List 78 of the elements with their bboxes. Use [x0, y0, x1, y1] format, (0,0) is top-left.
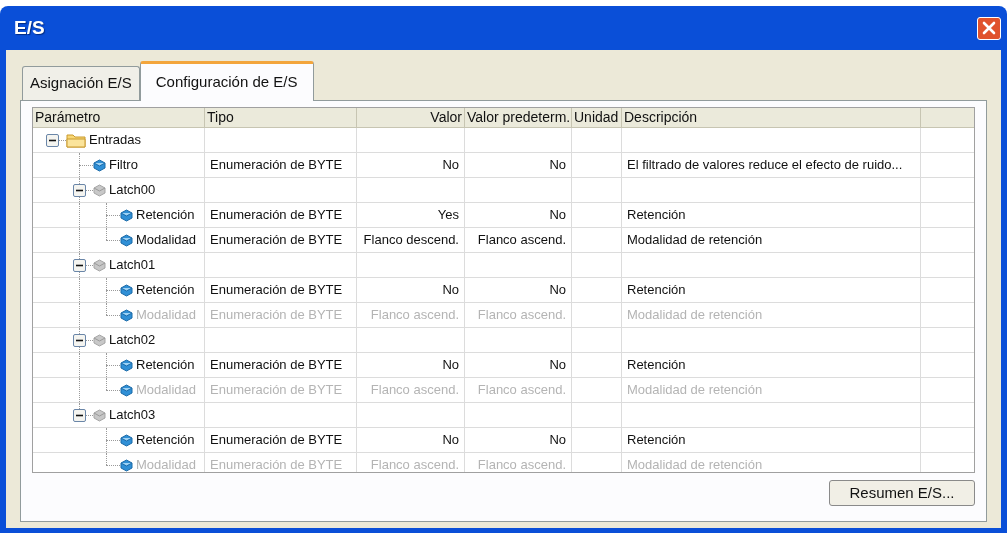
parameter-name: Modalidad — [136, 231, 196, 250]
table-cell: Retención — [622, 428, 921, 452]
parameter-name: Latch03 — [109, 406, 156, 425]
window-title: E/S — [14, 15, 45, 40]
table-cell: Flanco ascend. — [357, 453, 465, 472]
table-cell: El filtrado de valores reduce el efecto de ruido... — [622, 153, 921, 177]
column-header[interactable]: Unidad — [572, 108, 622, 128]
collapse-toggle[interactable] — [73, 408, 86, 422]
table-cell: Retención — [622, 353, 921, 377]
table-cell: No — [357, 353, 465, 377]
parameter-name: Modalidad — [136, 381, 196, 400]
parameter-name: Retención — [136, 281, 195, 300]
table-cell: No — [465, 278, 572, 302]
table-cell: No — [465, 353, 572, 377]
parameter-name: Modalidad — [136, 306, 196, 325]
table-cell: Flanco ascend. — [357, 378, 465, 402]
column-header[interactable]: Valor — [357, 108, 465, 128]
parameter-name: Retención — [136, 431, 195, 450]
table-cell: Yes — [357, 203, 465, 227]
close-button[interactable] — [977, 16, 1001, 40]
summary-button[interactable]: Resumen E/S... — [829, 480, 975, 506]
table-cell: No — [465, 428, 572, 452]
collapse-toggle[interactable] — [73, 183, 86, 197]
table-cell: Enumeración de BYTE — [205, 153, 357, 177]
table-cell: Enumeración de BYTE — [205, 303, 357, 327]
table-cell: Retención — [622, 278, 921, 302]
collapse-toggle[interactable] — [73, 258, 86, 272]
table-cell: Enumeración de BYTE — [205, 428, 357, 452]
tab[interactable]: Asignación E/S — [22, 66, 140, 100]
parameter-name: Latch00 — [109, 181, 156, 200]
cube-icon — [120, 383, 133, 397]
collapse-toggle[interactable] — [73, 333, 86, 347]
parameter-name: Retención — [136, 356, 195, 375]
table-cell: No — [357, 278, 465, 302]
parameter-name: Retención — [136, 206, 195, 225]
parameter-name: Entradas — [89, 131, 142, 150]
cube-icon — [93, 158, 106, 172]
table-cell: Enumeración de BYTE — [205, 378, 357, 402]
parameter-name: Filtro — [109, 156, 138, 175]
column-header — [921, 108, 974, 128]
column-header[interactable]: Valor predeterm. — [465, 108, 572, 128]
column-header[interactable]: Parámetro — [33, 108, 205, 128]
table-cell: Flanco ascend. — [465, 228, 572, 252]
table-cell: Modalidad de retención — [622, 228, 921, 252]
column-header[interactable]: Descripción — [622, 108, 921, 128]
table-cell: Modalidad de retención — [622, 453, 921, 472]
table-cell: Flanco ascend. — [465, 303, 572, 327]
table-cell: Flanco descend. — [357, 228, 465, 252]
table-cell: Flanco ascend. — [357, 303, 465, 327]
cube-icon — [120, 358, 133, 372]
collapse-toggle[interactable] — [46, 133, 59, 147]
tab[interactable]: Configuración de E/S — [139, 61, 314, 101]
table-cell: Modalidad de retención — [622, 378, 921, 402]
folder-icon — [66, 132, 86, 148]
table-cell: Enumeración de BYTE — [205, 353, 357, 377]
parameter-name: Latch01 — [109, 256, 156, 275]
table-cell: Enumeración de BYTE — [205, 203, 357, 227]
parameter-name: Modalidad — [136, 456, 196, 472]
cube-icon — [120, 433, 133, 447]
table-cell: No — [357, 153, 465, 177]
table-cell: Flanco ascend. — [465, 378, 572, 402]
cube-icon — [120, 208, 133, 222]
table-cell: Modalidad de retención — [622, 303, 921, 327]
table-cell: Enumeración de BYTE — [205, 278, 357, 302]
table-cell: No — [357, 428, 465, 452]
cube-icon — [120, 458, 133, 472]
cube-icon — [120, 233, 133, 247]
column-header[interactable]: Tipo — [205, 108, 357, 128]
table-cell: Enumeración de BYTE — [205, 228, 357, 252]
cube-icon — [120, 283, 133, 297]
table-cell: No — [465, 203, 572, 227]
table-cell: Enumeración de BYTE — [205, 453, 357, 472]
table-cell: No — [465, 153, 572, 177]
close-icon — [982, 21, 996, 35]
parameter-name: Latch02 — [109, 331, 156, 350]
table-cell: Flanco ascend. — [465, 453, 572, 472]
cube-icon — [120, 308, 133, 322]
table-cell: Retención — [622, 203, 921, 227]
